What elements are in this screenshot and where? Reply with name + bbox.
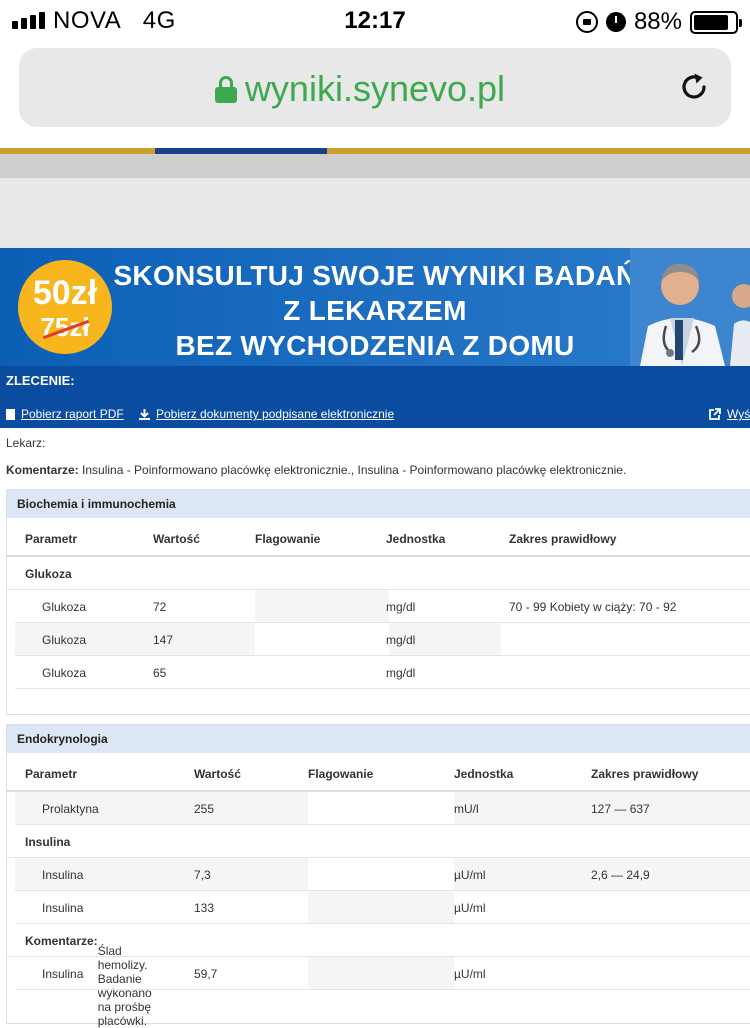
table-row[interactable]: Insulina 7,3 µU/ml 2,6 — 24,9 xyxy=(15,858,750,891)
row-unit: mg/dl xyxy=(386,633,416,647)
row-value: 7,3 xyxy=(194,868,211,882)
banner-line-1: SKONSULTUJ SWOJE WYNIKI BADAŃ xyxy=(113,260,637,291)
row-parameter: Glukoza xyxy=(42,633,87,647)
col-header-flag: Flagowanie xyxy=(255,532,321,546)
price-badge: 50zł 75zł xyxy=(18,260,112,354)
row-parameter: Insulina xyxy=(42,901,84,915)
table-header-row: Parametr Wartość Flagowanie Jednostka Za… xyxy=(7,518,750,557)
doctor-photo-icon xyxy=(630,248,750,366)
order-title: ZLECENIE: xyxy=(6,373,75,388)
battery-percentage: 88% xyxy=(633,8,682,35)
battery-icon xyxy=(690,10,742,34)
send-link[interactable]: Wyś xyxy=(709,407,750,421)
col-header-flag: Flagowanie xyxy=(308,767,374,781)
row-parameter: Prolaktyna xyxy=(42,802,99,816)
browser-toolbar: wyniki.synevo.pl xyxy=(0,40,750,148)
send-label: Wyś xyxy=(727,407,750,421)
panel-title: Endokrynologia xyxy=(7,725,750,753)
row-value: 65 xyxy=(153,666,167,680)
row-unit: µU/ml xyxy=(454,901,486,915)
result-comment-label: Komentarze: xyxy=(25,934,98,948)
row-range: 127 — 637 xyxy=(591,802,650,816)
col-header-parameter: Parametr xyxy=(25,532,78,546)
row-value: 133 xyxy=(194,901,215,915)
download-pdf-label: Pobierz raport PDF xyxy=(21,407,124,421)
table-row[interactable]: Glukoza 147 mg/dl xyxy=(15,623,750,656)
promo-banner[interactable]: 50zł 75zł SKONSULTUJ SWOJE WYNIKI BADAŃ … xyxy=(0,248,750,366)
row-parameter: Glukoza xyxy=(42,600,87,614)
row-unit: mg/dl xyxy=(386,666,416,680)
result-comment: Komentarze: Ślad hemolizy. Badanie wykon… xyxy=(25,934,152,1028)
row-parameter: Insulina xyxy=(42,868,84,882)
comment-text: Insulina - Poinformowano placówkę elektr… xyxy=(78,463,627,477)
col-header-parameter: Parametr xyxy=(25,767,78,781)
panel-title: Biochemia i immunochemia xyxy=(7,490,750,518)
banner-line-3: BEZ WYCHODZENIA Z DOMU xyxy=(175,330,575,361)
table-header-row: Parametr Wartość Flagowanie Jednostka Za… xyxy=(7,753,750,792)
orientation-lock-icon xyxy=(575,11,598,33)
row-range: 2,6 — 24,9 xyxy=(591,868,650,882)
document-icon xyxy=(6,408,15,420)
site-subheader xyxy=(0,178,750,248)
comment-label: Komentarze: xyxy=(6,463,79,477)
col-header-value: Wartość xyxy=(194,767,241,781)
group-label: Glukoza xyxy=(25,567,72,581)
url-text[interactable]: wyniki.synevo.pl xyxy=(19,68,731,110)
banner-headline: SKONSULTUJ SWOJE WYNIKI BADAŃ Z LEKARZEM… xyxy=(112,258,638,363)
doctor-label: Lekarz: xyxy=(6,436,46,450)
status-bar: NOVA 4G 12:17 88% xyxy=(0,0,750,40)
download-pdf-link[interactable]: Pobierz raport PDF xyxy=(6,407,124,421)
group-row: Insulina xyxy=(7,825,750,858)
row-value: 59,7 xyxy=(194,967,218,981)
col-header-range: Zakres prawidłowy xyxy=(591,767,699,781)
banner-line-2: Z LEKARZEM xyxy=(283,295,467,326)
result-comment-row: Komentarze: Ślad hemolizy. Badanie wykon… xyxy=(7,924,750,1028)
table-row[interactable]: Glukoza 65 mg/dl xyxy=(15,656,750,689)
download-icon xyxy=(139,408,150,420)
row-value: 72 xyxy=(153,600,167,614)
group-row: Glukoza xyxy=(7,557,750,590)
col-header-unit: Jednostka xyxy=(386,532,446,546)
col-header-unit: Jednostka xyxy=(454,767,514,781)
row-unit: mg/dl xyxy=(386,600,416,614)
price-new: 50zł xyxy=(32,274,98,312)
results-panel-endocrinology: Endokrynologia Parametr Wartość Flagowan… xyxy=(6,724,750,1028)
row-parameter: Glukoza xyxy=(42,666,87,680)
table-row[interactable]: Insulina 133 µU/ml xyxy=(15,891,750,924)
row-parameter: Insulina xyxy=(42,967,84,981)
order-bar: ZLECENIE: Pobierz raport PDF Pobierz dok… xyxy=(0,366,750,428)
col-header-range: Zakres prawidłowy xyxy=(509,532,617,546)
row-value: 255 xyxy=(194,802,215,816)
table-row[interactable]: Glukoza 72 mg/dl 70 - 99 Kobiety w ciąży… xyxy=(15,590,750,623)
row-unit: µU/ml xyxy=(454,868,486,882)
results-panel-biochemistry: Biochemia i immunochemia Parametr Wartoś… xyxy=(6,489,750,715)
address-bar[interactable]: wyniki.synevo.pl xyxy=(19,48,731,127)
row-range: 70 - 99 Kobiety w ciąży: 70 - 92 xyxy=(509,600,677,614)
table-row[interactable]: Prolaktyna 255 mU/l 127 — 637 xyxy=(15,792,750,825)
group-label: Insulina xyxy=(25,835,71,849)
col-header-value: Wartość xyxy=(153,532,200,546)
download-signed-label: Pobierz dokumenty podpisane elektroniczn… xyxy=(156,407,395,421)
status-icons: 88% xyxy=(575,8,742,36)
share-icon xyxy=(709,408,721,420)
alarm-icon xyxy=(605,12,626,32)
order-comment: Komentarze: Insulina - Poinformowano pla… xyxy=(6,463,626,477)
table-row[interactable]: Insulina 59,7 µU/ml xyxy=(15,957,750,990)
row-value: 147 xyxy=(153,633,174,647)
reload-icon[interactable] xyxy=(677,70,711,104)
download-signed-docs-link[interactable]: Pobierz dokumenty podpisane elektroniczn… xyxy=(139,407,394,421)
site-header-bar xyxy=(0,154,750,178)
row-unit: mU/l xyxy=(454,802,479,816)
row-unit: µU/ml xyxy=(454,967,486,981)
